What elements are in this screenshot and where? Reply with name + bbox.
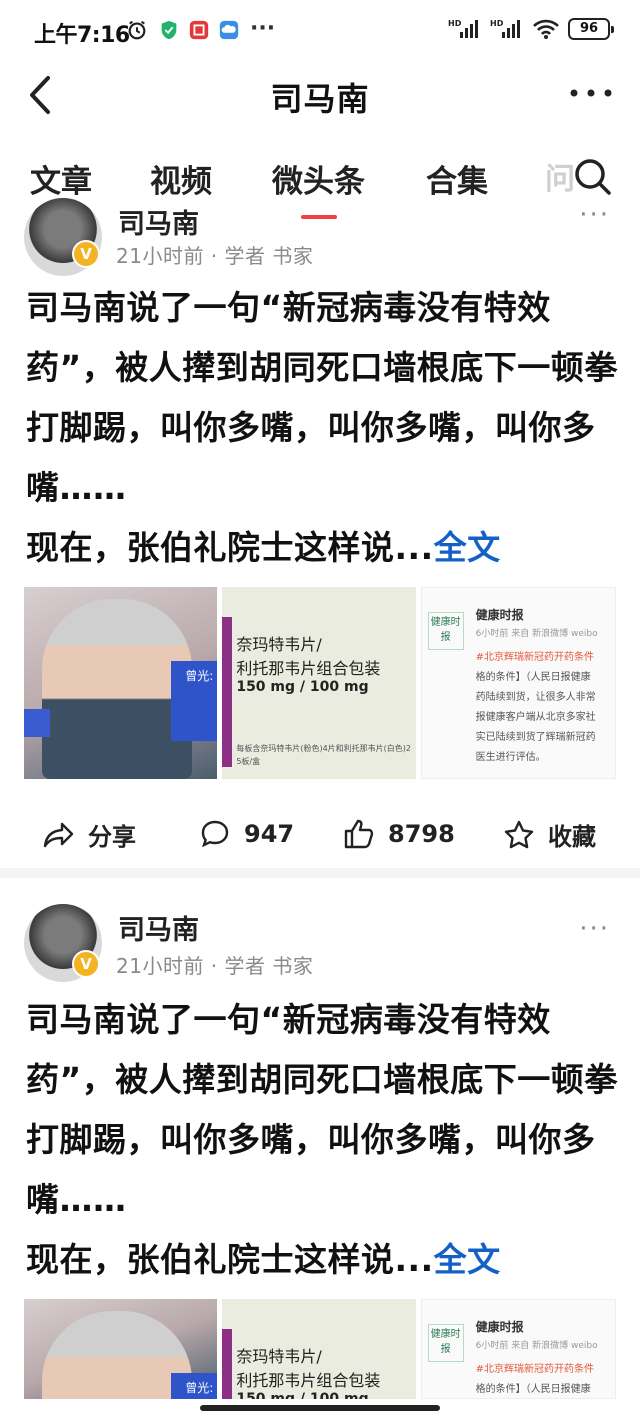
like-button[interactable]: 8798 <box>342 817 455 851</box>
post-text[interactable]: 司马南说了一句“新冠病毒没有特效药”，被人撵到胡同死口墙根底下一顿拳打脚踢，叫你… <box>26 990 626 1290</box>
verified-badge-icon: V <box>72 950 100 978</box>
top-nav-bar: 司马南 <box>0 62 640 128</box>
post-more-icon[interactable]: ··· <box>579 200 610 230</box>
battery-icon: 96 <box>568 18 614 40</box>
alarm-icon <box>128 20 146 40</box>
hd-signal-icon-2: HD <box>490 19 520 38</box>
post-text-line2: 现在，张伯礼院士这样说... <box>26 1240 434 1279</box>
weibo-header: 健康时报 <box>475 1320 524 1334</box>
svg-text:HD: HD <box>490 19 504 28</box>
post-image-medicine[interactable]: 奈玛特韦片/ 利托那韦片组合包装 150 mg / 100 mg 每板含奈玛特韦… <box>222 587 416 779</box>
weibo-line-3: 药陆续到货，让很多人非常 <box>475 692 596 703</box>
shield-app-icon <box>161 20 177 40</box>
post-image-person[interactable]: 曾光: <box>24 1299 218 1399</box>
weibo-line-6: 医生进行评估。 <box>475 752 546 763</box>
post-text-main: 司马南说了一句“新冠病毒没有特效药”，被人撵到胡同死口墙根底下一顿拳打脚踢，叫你… <box>26 288 618 507</box>
tv-caption-text: 曾光: <box>185 1381 214 1395</box>
person-figure <box>42 1311 192 1399</box>
package-line-1: 奈玛特韦片/ <box>236 635 322 654</box>
package-line-2: 利托那韦片组合包装 <box>236 659 381 678</box>
full-text-link[interactable]: 全文 <box>434 1240 501 1279</box>
feed-post-1: V 司马南 21小时前 · 学者 书家 ··· 司马南说了一句“新冠病毒没有特效… <box>0 198 640 864</box>
more-notifications-icon: ··· <box>250 16 276 41</box>
hd-signal-icon: HD <box>448 19 478 38</box>
post-image-grid: 曾光: 奈玛特韦片/ 利托那韦片组合包装 150 mg / 100 mg 健康时… <box>24 1299 616 1399</box>
post-text-line2: 现在，张伯礼院士这样说... <box>26 528 434 567</box>
post-image-weibo-screenshot[interactable]: 健康时报 健康时报 6小时前 来自 新浪微博 weibo #北京辉瑞新冠药开药条… <box>420 587 616 779</box>
full-text-link[interactable]: 全文 <box>434 528 501 567</box>
weibo-line-5: 实已陆续到货了辉瑞新冠药 <box>475 732 596 743</box>
status-right-group: HD HD 96 <box>448 18 614 40</box>
weibo-line-4: 报健康客户端从北京多家社 <box>475 712 596 723</box>
search-icon[interactable] <box>572 156 612 196</box>
svg-text:HD: HD <box>448 19 462 28</box>
like-count: 8798 <box>388 820 455 848</box>
post-image-weibo-screenshot[interactable]: 健康时报 健康时报 6小时前 来自 新浪微博 weibo #北京辉瑞新冠药开药条… <box>420 1299 616 1399</box>
weibo-line-1: #北京辉瑞新冠药开药条件 <box>475 1364 595 1375</box>
tv-caption-text: 曾光: <box>185 669 214 683</box>
health-times-logo: 健康时报 <box>427 1324 464 1362</box>
package-stripe <box>222 1329 233 1399</box>
package-line-4: 每板含奈玛特韦片(粉色)4片和利托那韦片(白色)2 <box>236 744 411 753</box>
share-label: 分享 <box>88 823 136 851</box>
package-line-1: 奈玛特韦片/ <box>236 1347 322 1366</box>
post-text[interactable]: 司马南说了一句“新冠病毒没有特效药”，被人撵到胡同死口墙根底下一顿拳打脚踢，叫你… <box>26 278 626 578</box>
post-meta: 21小时前 · 学者 书家 <box>116 244 314 268</box>
weibo-line-2: 格的条件】（人民日报健康 <box>475 672 591 683</box>
post-actions: 分享 947 8798 收藏 <box>0 809 640 859</box>
wifi-icon <box>533 19 559 39</box>
profile-tabs: 文章 视频 微头条 合集 问 <box>0 140 640 219</box>
comment-count: 947 <box>244 820 295 848</box>
post-author[interactable]: 司马南 <box>118 908 199 947</box>
post-divider <box>0 868 640 878</box>
comment-icon <box>201 820 229 848</box>
tab-articles[interactable]: 文章 <box>30 156 92 201</box>
cloud-app-icon <box>219 20 239 40</box>
package-stripe <box>222 617 233 767</box>
star-icon <box>504 820 534 848</box>
share-button[interactable]: 分享 <box>42 817 136 852</box>
weibo-line-1: #北京辉瑞新冠药开药条件 <box>475 652 595 663</box>
package-line-5: 5板/盒 <box>236 757 261 766</box>
weibo-line-2: 格的条件】（人民日报健康 <box>475 1384 591 1395</box>
comment-button[interactable]: 947 <box>198 817 294 851</box>
package-dosage: 150 mg / 100 mg <box>236 1391 369 1399</box>
package-line-2: 利托那韦片组合包装 <box>236 1371 381 1390</box>
package-dosage: 150 mg / 100 mg <box>236 679 369 695</box>
tab-collections[interactable]: 合集 <box>426 156 488 201</box>
verified-badge-icon: V <box>72 240 100 268</box>
weibo-sub: 6小时前 来自 新浪微博 weibo <box>475 629 598 639</box>
health-times-logo: 健康时报 <box>427 612 464 650</box>
tab-overflow[interactable]: 问 <box>545 154 575 198</box>
tv-caption-tag <box>24 709 50 737</box>
weibo-header: 健康时报 <box>475 608 524 622</box>
home-indicator[interactable] <box>200 1405 440 1411</box>
post-image-person[interactable]: 曾光: <box>24 587 218 779</box>
post-text-main: 司马南说了一句“新冠病毒没有特效药”，被人撵到胡同死口墙根底下一顿拳打脚踢，叫你… <box>26 1000 618 1219</box>
post-author[interactable]: 司马南 <box>118 202 199 241</box>
status-bar: 上午7:16 ··· HD HD 96 <box>0 0 640 62</box>
favorite-label: 收藏 <box>548 823 596 851</box>
status-time: 上午7:16 <box>34 23 130 48</box>
app-notification-icon <box>189 20 209 40</box>
post-more-icon[interactable]: ··· <box>579 914 610 944</box>
share-icon <box>43 822 74 847</box>
post-image-grid: 曾光: 奈玛特韦片/ 利托那韦片组合包装 150 mg / 100 mg 每板含… <box>24 587 616 779</box>
tab-micro-headlines[interactable]: 微头条 <box>272 156 365 219</box>
thumbs-up-icon <box>344 819 374 849</box>
feed-post-2: V 司马南 21小时前 · 学者 书家 ··· 司马南说了一句“新冠病毒没有特效… <box>0 900 640 1400</box>
weibo-sub: 6小时前 来自 新浪微博 weibo <box>475 1341 598 1351</box>
page-title: 司马南 <box>270 80 370 118</box>
favorite-button[interactable]: 收藏 <box>502 817 596 852</box>
post-image-medicine[interactable]: 奈玛特韦片/ 利托那韦片组合包装 150 mg / 100 mg <box>222 1299 416 1399</box>
person-figure <box>42 599 192 779</box>
post-meta: 21小时前 · 学者 书家 <box>116 954 314 978</box>
more-horizontal-icon[interactable] <box>568 78 614 108</box>
tab-videos[interactable]: 视频 <box>150 156 212 201</box>
